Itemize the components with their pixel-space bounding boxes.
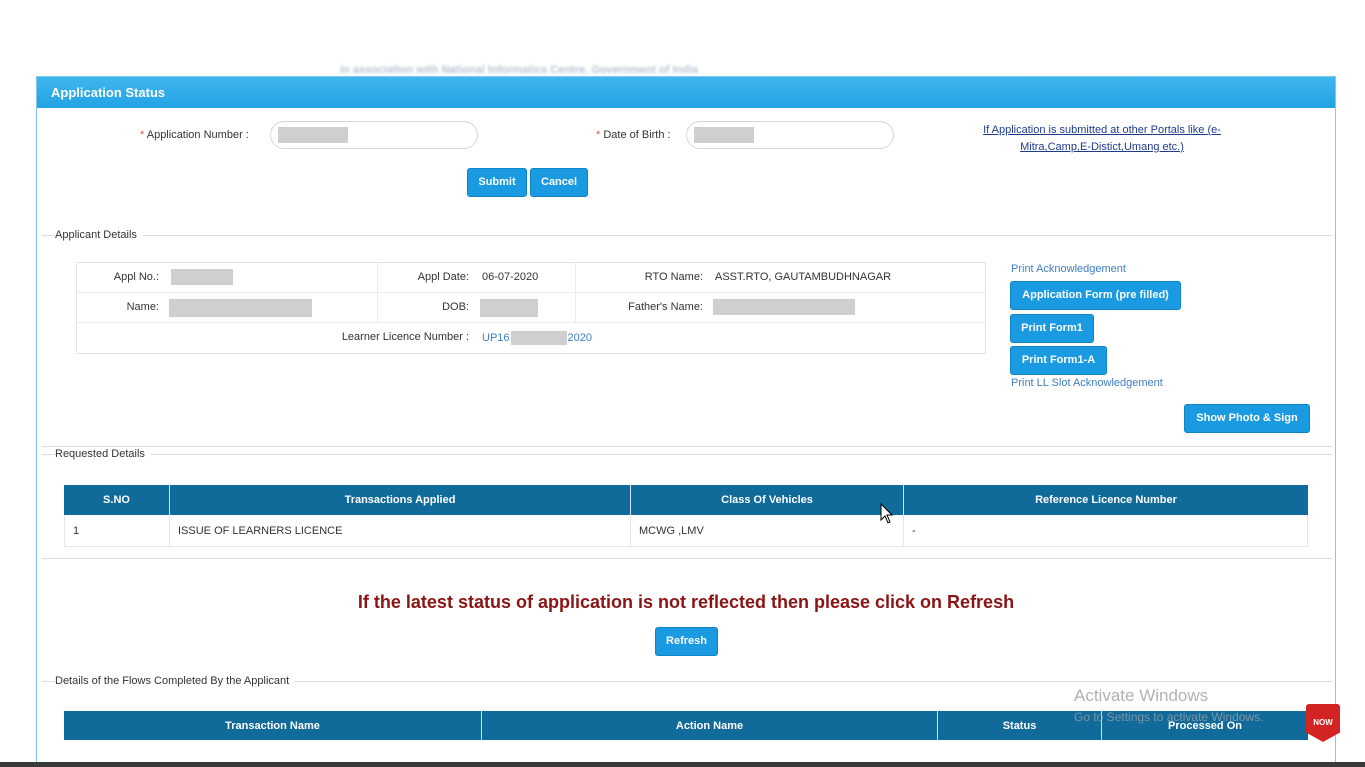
activate-windows-subtext: Go to Settings to activate Windows. xyxy=(1074,710,1264,724)
col-header-reference-licence-number: Reference Licence Number xyxy=(904,485,1308,515)
flows-completed-legend: Details of the Flows Completed By the Ap… xyxy=(55,675,296,687)
redacted-father-name xyxy=(713,299,855,315)
cell-class-of-vehicles: MCWG ,LMV xyxy=(631,515,904,547)
redacted-appl-no xyxy=(171,269,233,285)
refresh-button[interactable]: Refresh xyxy=(655,627,718,656)
learner-licence-label: Learner Licence Number : xyxy=(341,331,469,343)
cell-reference-licence: - xyxy=(904,515,1308,547)
application-status-panel: Application Status xyxy=(36,76,1336,767)
appl-no-label: Appl No.: xyxy=(113,271,159,283)
name-label: Name: xyxy=(126,301,159,313)
other-portals-link[interactable]: If Application is submitted at other Por… xyxy=(982,122,1222,156)
cancel-button[interactable]: Cancel xyxy=(530,168,588,197)
details-row: Appl No.: Appl Date: 06-07-2020 RTO Name… xyxy=(77,263,985,293)
redacted-application-number xyxy=(278,127,348,143)
show-photo-sign-button[interactable]: Show Photo & Sign xyxy=(1184,404,1310,433)
taskbar-strip xyxy=(0,762,1365,767)
col-header-transactions-applied: Transactions Applied xyxy=(170,485,631,515)
appl-date-label: Appl Date: xyxy=(417,271,469,283)
appl-date-value: 06-07-2020 xyxy=(482,271,539,283)
details-row: Name: DOB: Father's Name: xyxy=(77,293,985,323)
mouse-cursor-icon xyxy=(880,503,894,524)
cell-sno: 1 xyxy=(64,515,170,547)
application-form-prefilled-button[interactable]: Application Form (pre filled) xyxy=(1010,281,1181,310)
rto-name-label: RTO Name: xyxy=(644,271,703,283)
requested-fieldset-top xyxy=(42,446,1332,447)
col-header-class-of-vehicles: Class Of Vehicles xyxy=(631,485,904,515)
application-number-label: * Application Number : xyxy=(140,129,249,141)
father-name-label: Father's Name: xyxy=(628,301,703,313)
dob-label: DOB: xyxy=(442,301,469,313)
col-header-transaction-name: Transaction Name xyxy=(64,711,482,740)
col-header-sno: S.NO xyxy=(64,485,170,515)
print-acknowledgement-link[interactable]: Print Acknowledgement xyxy=(1011,263,1126,275)
section-divider xyxy=(42,558,1332,559)
cell-transaction: ISSUE OF LEARNERS LICENCE xyxy=(170,515,631,547)
panel-title: Application Status xyxy=(37,77,1335,108)
col-header-action-name: Action Name xyxy=(482,711,938,740)
print-form1a-button[interactable]: Print Form1-A xyxy=(1010,346,1107,375)
date-of-birth-label: * Date of Birth : xyxy=(596,129,671,141)
activate-windows-watermark: Activate Windows xyxy=(1074,686,1209,705)
requested-details-legend: Requested Details xyxy=(55,448,151,460)
submit-button[interactable]: Submit xyxy=(467,168,527,197)
screen: in association with National Informatics… xyxy=(0,0,1365,767)
redacted-dob xyxy=(480,299,538,317)
rto-name-value: ASST.RTO, GAUTAMBUDHNAGAR xyxy=(715,271,892,283)
applicant-details-table: Appl No.: Appl Date: 06-07-2020 RTO Name… xyxy=(76,262,986,354)
header-banner-text: in association with National Informatics… xyxy=(340,64,699,76)
details-row: Learner Licence Number : UP16 2020 xyxy=(77,323,985,353)
print-form1-button[interactable]: Print Form1 xyxy=(1010,314,1094,343)
applicant-fieldset-border xyxy=(42,235,1332,236)
requested-fieldset-border xyxy=(42,454,1332,455)
learner-licence-number[interactable]: UP16 2020 xyxy=(482,331,592,345)
refresh-message: If the latest status of application is n… xyxy=(357,592,1015,612)
print-ll-slot-acknowledgement-link[interactable]: Print LL Slot Acknowledgement xyxy=(1011,377,1163,389)
redacted-date-of-birth xyxy=(694,127,754,143)
redacted-name xyxy=(169,299,312,317)
applicant-details-legend: Applicant Details xyxy=(55,229,143,241)
